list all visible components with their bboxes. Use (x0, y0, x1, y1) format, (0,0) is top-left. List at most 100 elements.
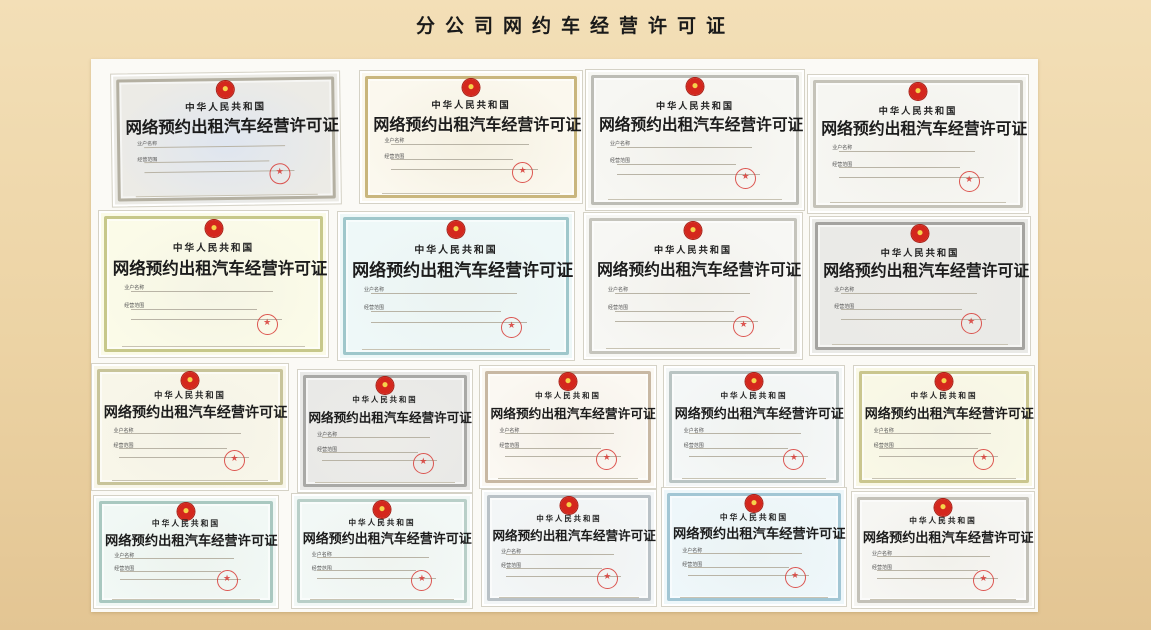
operator-line (838, 150, 976, 152)
certificate-country: 中华人民共和国 (720, 391, 788, 401)
official-seal-icon (784, 567, 806, 589)
certificate-footer-line (607, 199, 783, 201)
certificate-country: 中华人民共和国 (172, 243, 255, 255)
scope-line (506, 567, 603, 569)
operator-label: 业户名称 (363, 287, 384, 293)
certificate-title: 网络预约出租汽车经营许可证 (821, 119, 1028, 139)
scope-line (131, 308, 257, 310)
certificate-country: 中华人民共和国 (909, 516, 977, 526)
certificate-country: 中华人民共和国 (719, 512, 789, 522)
scope-line (840, 309, 962, 311)
operator-line (506, 553, 615, 555)
scope-line (879, 447, 979, 449)
certificate-footer-line (872, 478, 1016, 480)
certificate-title: 网络预约出租汽车经营许可证 (673, 527, 846, 543)
operator-label: 业户名称 (607, 287, 628, 293)
operator-line (504, 433, 614, 435)
national-emblem-icon (745, 495, 763, 513)
page-title: 分公司网约车经营许可证 (415, 15, 735, 37)
certificate-title: 网络预约出租汽车经营许可证 (490, 405, 656, 421)
certificate-footer-line (680, 596, 828, 598)
operator-line (879, 433, 991, 435)
certificate-footer-line (111, 480, 269, 482)
certificate-footer-line (605, 347, 781, 349)
scope-line (689, 447, 789, 449)
scope-label: 经营范围 (607, 304, 628, 311)
national-emblem-icon (177, 502, 195, 520)
scope-line (614, 310, 735, 312)
certificate-title: 网络预约出租汽车经营许可证 (302, 532, 472, 548)
operator-line (687, 552, 802, 554)
national-emblem-icon (181, 371, 199, 389)
certificate-13: 中华人民共和国 网络预约出租汽车经营许可证 业户名称 经营范围 (853, 365, 1035, 489)
certificate-footer-line (682, 478, 826, 480)
official-seal-icon (223, 450, 245, 472)
operator-line (317, 556, 429, 558)
certificate-15: 中华人民共和国 网络预约出租汽车经营许可证 业户名称 经营范围 (291, 493, 473, 609)
certificate-3: 中华人民共和国 网络预约出租汽车经营许可证 业户名称 经营范围 (585, 69, 805, 211)
operator-line (840, 292, 978, 294)
national-emblem-icon (205, 219, 222, 237)
operator-line (131, 291, 274, 293)
certificate-country: 中华人民共和国 (878, 105, 958, 117)
certificate-12: 中华人民共和国 网络预约出租汽车经营许可证 业户名称 经营范围 (663, 365, 845, 489)
scope-line (616, 163, 737, 165)
certificate-title: 网络预约出租汽车经营许可证 (125, 115, 339, 137)
certificate-footer-line (870, 598, 1016, 600)
certificate-title: 网络预约出租汽车经营许可证 (864, 406, 1034, 422)
operator-line (689, 433, 801, 435)
national-emblem-icon (935, 373, 953, 391)
certificate-18: 中华人民共和国 网络预约出租汽车经营许可证 业户名称 经营范围 (851, 491, 1035, 609)
scope-line (877, 569, 978, 571)
national-emblem-icon (559, 373, 577, 391)
official-seal-icon (216, 570, 238, 592)
national-emblem-icon (447, 220, 465, 238)
official-seal-icon (973, 448, 995, 470)
certificate-footer-line (121, 345, 306, 347)
certificate-title: 网络预约出租汽车经营许可证 (352, 261, 574, 282)
certificate-country: 中华人民共和国 (352, 395, 418, 405)
certificate-footer-line (830, 202, 1006, 204)
certificate-title: 网络预约出租汽车经营许可证 (599, 115, 804, 134)
certificate-title: 网络预约出租汽车经营许可证 (112, 258, 328, 278)
certificate-footer-line (315, 482, 455, 484)
official-seal-icon (958, 171, 980, 193)
certificate-country: 中华人民共和国 (910, 391, 978, 401)
scope-label: 经营范围 (124, 302, 145, 309)
scope-line (504, 447, 602, 449)
operator-line (616, 147, 752, 148)
operator-line (391, 143, 529, 145)
certificate-country: 中华人民共和国 (348, 517, 416, 527)
certificate-8: 中华人民共和国 网络预约出租汽车经营许可证 业户名称 经营范围 (809, 216, 1031, 356)
certificate-title: 网络预约出租汽车经营许可证 (862, 530, 1034, 546)
national-emblem-icon (745, 373, 763, 391)
certificate-footer-line (382, 192, 560, 194)
certificate-footer-line (310, 599, 454, 601)
certificate-title: 网络预约出租汽车经营许可证 (492, 527, 656, 543)
national-emblem-icon (909, 83, 927, 101)
certificate-10: 中华人民共和国 网络预约出租汽车经营许可证 业户名称 经营范围 (297, 369, 473, 493)
national-emblem-icon (934, 498, 952, 516)
certificate-footer-line (112, 599, 260, 601)
certificate-title: 网络预约出租汽车经营许可证 (105, 533, 278, 549)
scope-label: 经营范围 (609, 157, 630, 164)
official-seal-icon (596, 448, 618, 470)
scope-line (322, 451, 419, 453)
certificate-country: 中华人民共和国 (653, 245, 733, 257)
certificate-4: 中华人民共和国 网络预约出租汽车经营许可证 业户名称 经营范围 (807, 74, 1029, 214)
national-emblem-icon (462, 78, 480, 96)
certificate-6: 中华人民共和国 网络预约出租汽车经营许可证 业户名称 经营范围 (337, 211, 575, 361)
certificate-country: 中华人民共和国 (535, 391, 601, 401)
official-seal-icon (256, 314, 278, 336)
certificate-title: 网络预约出租汽车经营许可证 (674, 406, 844, 422)
certificate-footer-line (499, 596, 639, 598)
certificate-country: 中华人民共和国 (655, 101, 735, 112)
certificate-country: 中华人民共和国 (154, 390, 226, 401)
certificate-5: 中华人民共和国 网络预约出租汽车经营许可证 业户名称 经营范围 (98, 210, 329, 358)
scope-label: 经营范围 (363, 304, 384, 311)
certificate-country: 中华人民共和国 (536, 514, 602, 524)
scope-line (391, 159, 514, 161)
official-seal-icon (960, 313, 982, 335)
national-emblem-icon (373, 500, 391, 518)
certificate-country: 中华人民共和国 (151, 519, 221, 529)
